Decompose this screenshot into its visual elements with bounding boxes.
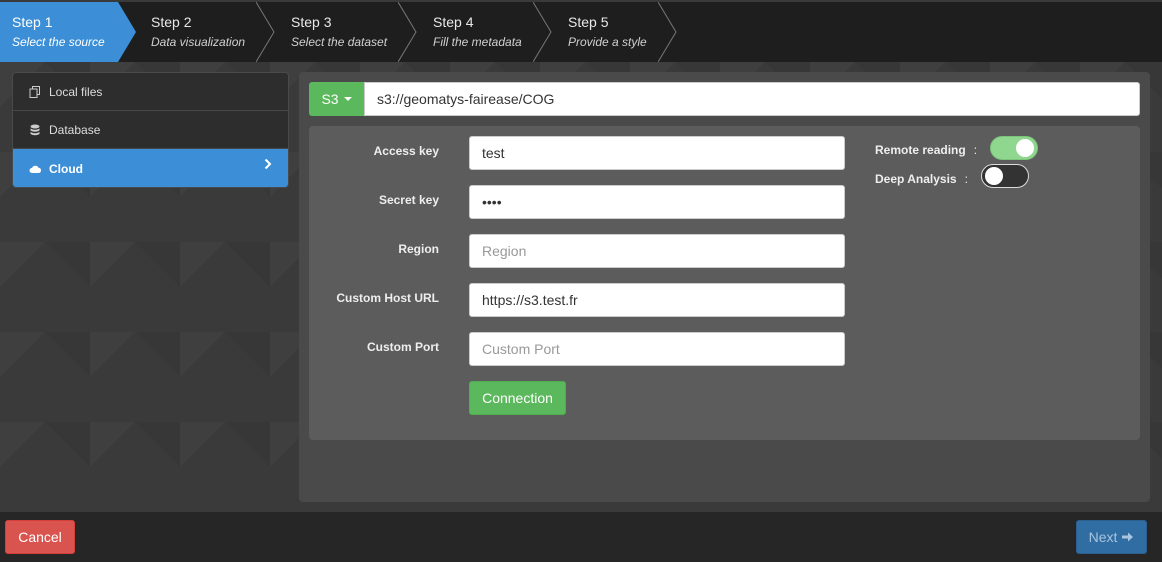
step-chevron-icon (256, 2, 275, 62)
remote-reading-label: Remote reading: (875, 143, 977, 157)
deep-analysis-toggle[interactable] (981, 164, 1029, 188)
step-description: Select the dataset (291, 35, 388, 49)
menu-item-label: Database (49, 122, 101, 137)
step-chevron-icon (533, 2, 552, 62)
credentials-form: Access key Secret key Region Custom Host… (309, 126, 1140, 440)
region-input[interactable] (469, 234, 845, 268)
label-colon: : (964, 172, 968, 186)
step-description: Provide a style (568, 35, 647, 49)
toggle-knob (1016, 139, 1034, 157)
custom-port-input[interactable] (469, 332, 845, 366)
menu-item-cloud[interactable]: Cloud (13, 149, 288, 187)
toggle-knob (985, 167, 1003, 185)
label-colon: : (973, 143, 978, 157)
secret-key-label: Secret key (378, 193, 439, 207)
step-1[interactable]: Step 1 Select the source (0, 2, 118, 62)
source-type-dropdown[interactable]: S3 (309, 82, 364, 116)
step-number: Step 2 (151, 14, 192, 30)
files-icon (29, 85, 40, 98)
source-menu: Local files Database Cloud (12, 72, 289, 188)
step-description: Data visualization (151, 35, 246, 49)
step-chevron-icon (116, 2, 136, 62)
region-label: Region (398, 242, 439, 256)
menu-item-label: Local files (49, 84, 103, 99)
caret-down-icon (343, 97, 352, 101)
menu-item-local-files[interactable]: Local files (13, 73, 288, 111)
step-4[interactable]: Step 4 Fill the metadata (421, 2, 536, 62)
source-url-row: S3 (309, 82, 1140, 116)
step-number: Step 4 (433, 14, 474, 30)
next-button[interactable]: Next (1076, 520, 1147, 554)
database-icon (30, 124, 40, 135)
step-number: Step 5 (568, 14, 609, 30)
step-chevron-icon (398, 2, 417, 62)
source-type-label: S3 (321, 91, 339, 107)
custom-host-url-input[interactable] (469, 283, 845, 317)
step-3[interactable]: Step 3 Select the dataset (279, 2, 399, 62)
deep-analysis-label: Deep Analysis: (875, 172, 968, 186)
arrow-right-icon (1122, 532, 1134, 542)
step-2[interactable]: Step 2 Data visualization (139, 2, 257, 62)
chevron-right-icon (264, 158, 272, 170)
custom-host-url-label: Custom Host URL (336, 291, 439, 305)
step-number: Step 3 (291, 14, 332, 30)
wizard-footer: Cancel Next (0, 512, 1162, 562)
remote-reading-text: Remote reading (875, 143, 966, 157)
deep-analysis-text: Deep Analysis (875, 172, 957, 186)
access-key-label: Access key (373, 144, 439, 158)
cancel-button[interactable]: Cancel (5, 520, 75, 554)
connection-button[interactable]: Connection (469, 381, 566, 415)
cloud-icon (29, 165, 41, 173)
step-description: Fill the metadata (433, 35, 522, 49)
wizard-steps: Step 1 Select the source Step 2 Data vis… (0, 0, 1162, 62)
access-key-input[interactable] (469, 136, 845, 170)
menu-item-label: Cloud (49, 161, 83, 176)
custom-port-label: Custom Port (367, 340, 439, 354)
step-chevron-icon (658, 2, 677, 62)
menu-item-database[interactable]: Database (13, 111, 288, 149)
step-5[interactable]: Step 5 Provide a style (556, 2, 660, 62)
secret-key-input[interactable] (469, 185, 845, 219)
next-button-label: Next (1088, 529, 1118, 545)
source-url-input[interactable] (364, 82, 1140, 116)
remote-reading-toggle[interactable] (990, 136, 1038, 160)
step-description: Select the source (12, 35, 105, 49)
step-number: Step 1 (12, 14, 53, 30)
